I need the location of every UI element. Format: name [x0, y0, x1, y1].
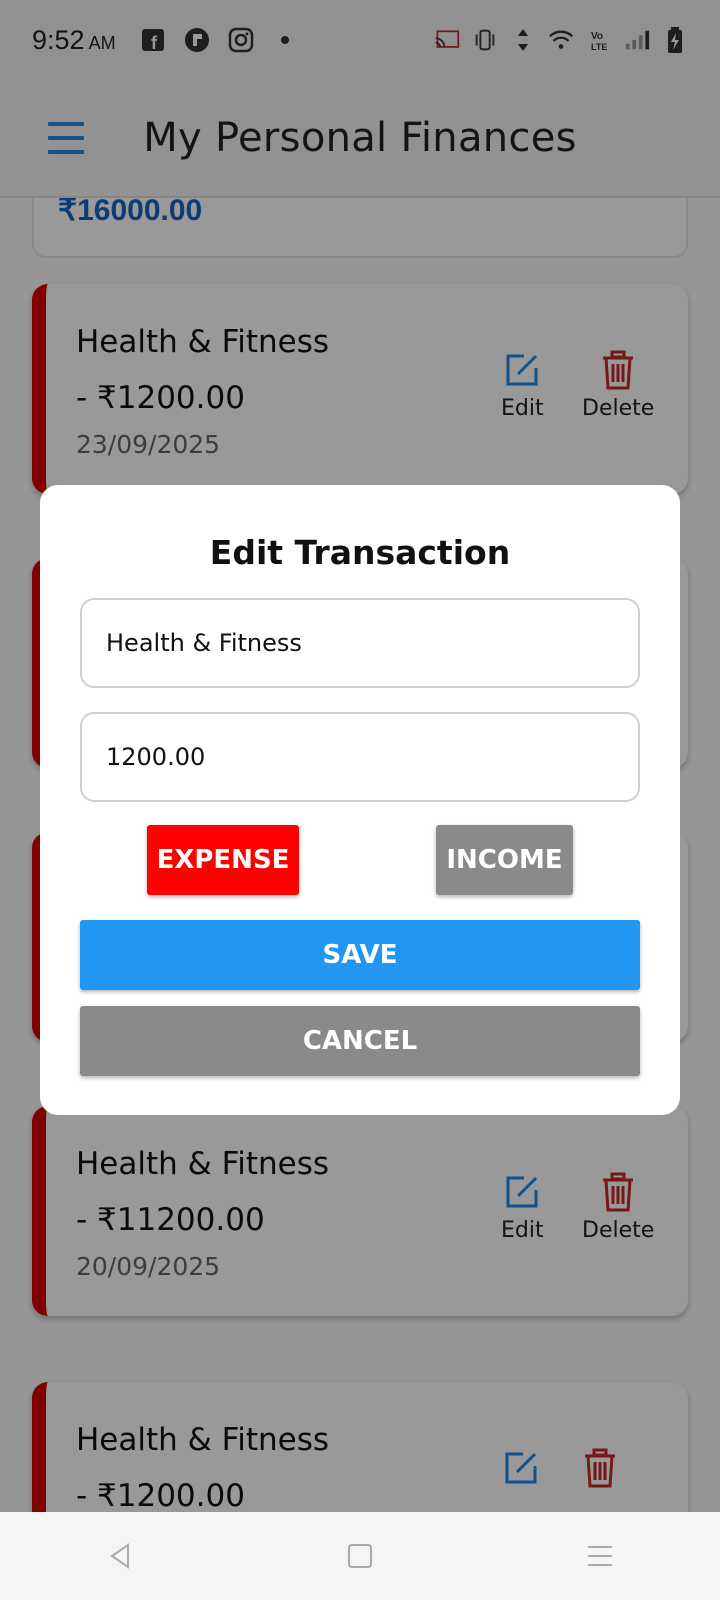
dialog-title: Edit Transaction — [209, 533, 511, 572]
home-icon[interactable] — [340, 1536, 380, 1576]
income-toggle-button[interactable]: INCOME — [436, 825, 573, 895]
expense-toggle-button[interactable]: EXPENSE — [147, 825, 299, 895]
amount-input[interactable] — [80, 712, 640, 802]
category-input[interactable] — [80, 598, 640, 688]
cancel-button[interactable]: CANCEL — [80, 1006, 640, 1076]
save-button[interactable]: SAVE — [80, 920, 640, 990]
back-icon[interactable] — [100, 1536, 140, 1576]
recents-icon[interactable] — [580, 1536, 620, 1576]
system-nav-bar — [0, 1512, 720, 1600]
edit-transaction-dialog: Edit Transaction EXPENSE INCOME SAVE CAN… — [40, 485, 680, 1115]
